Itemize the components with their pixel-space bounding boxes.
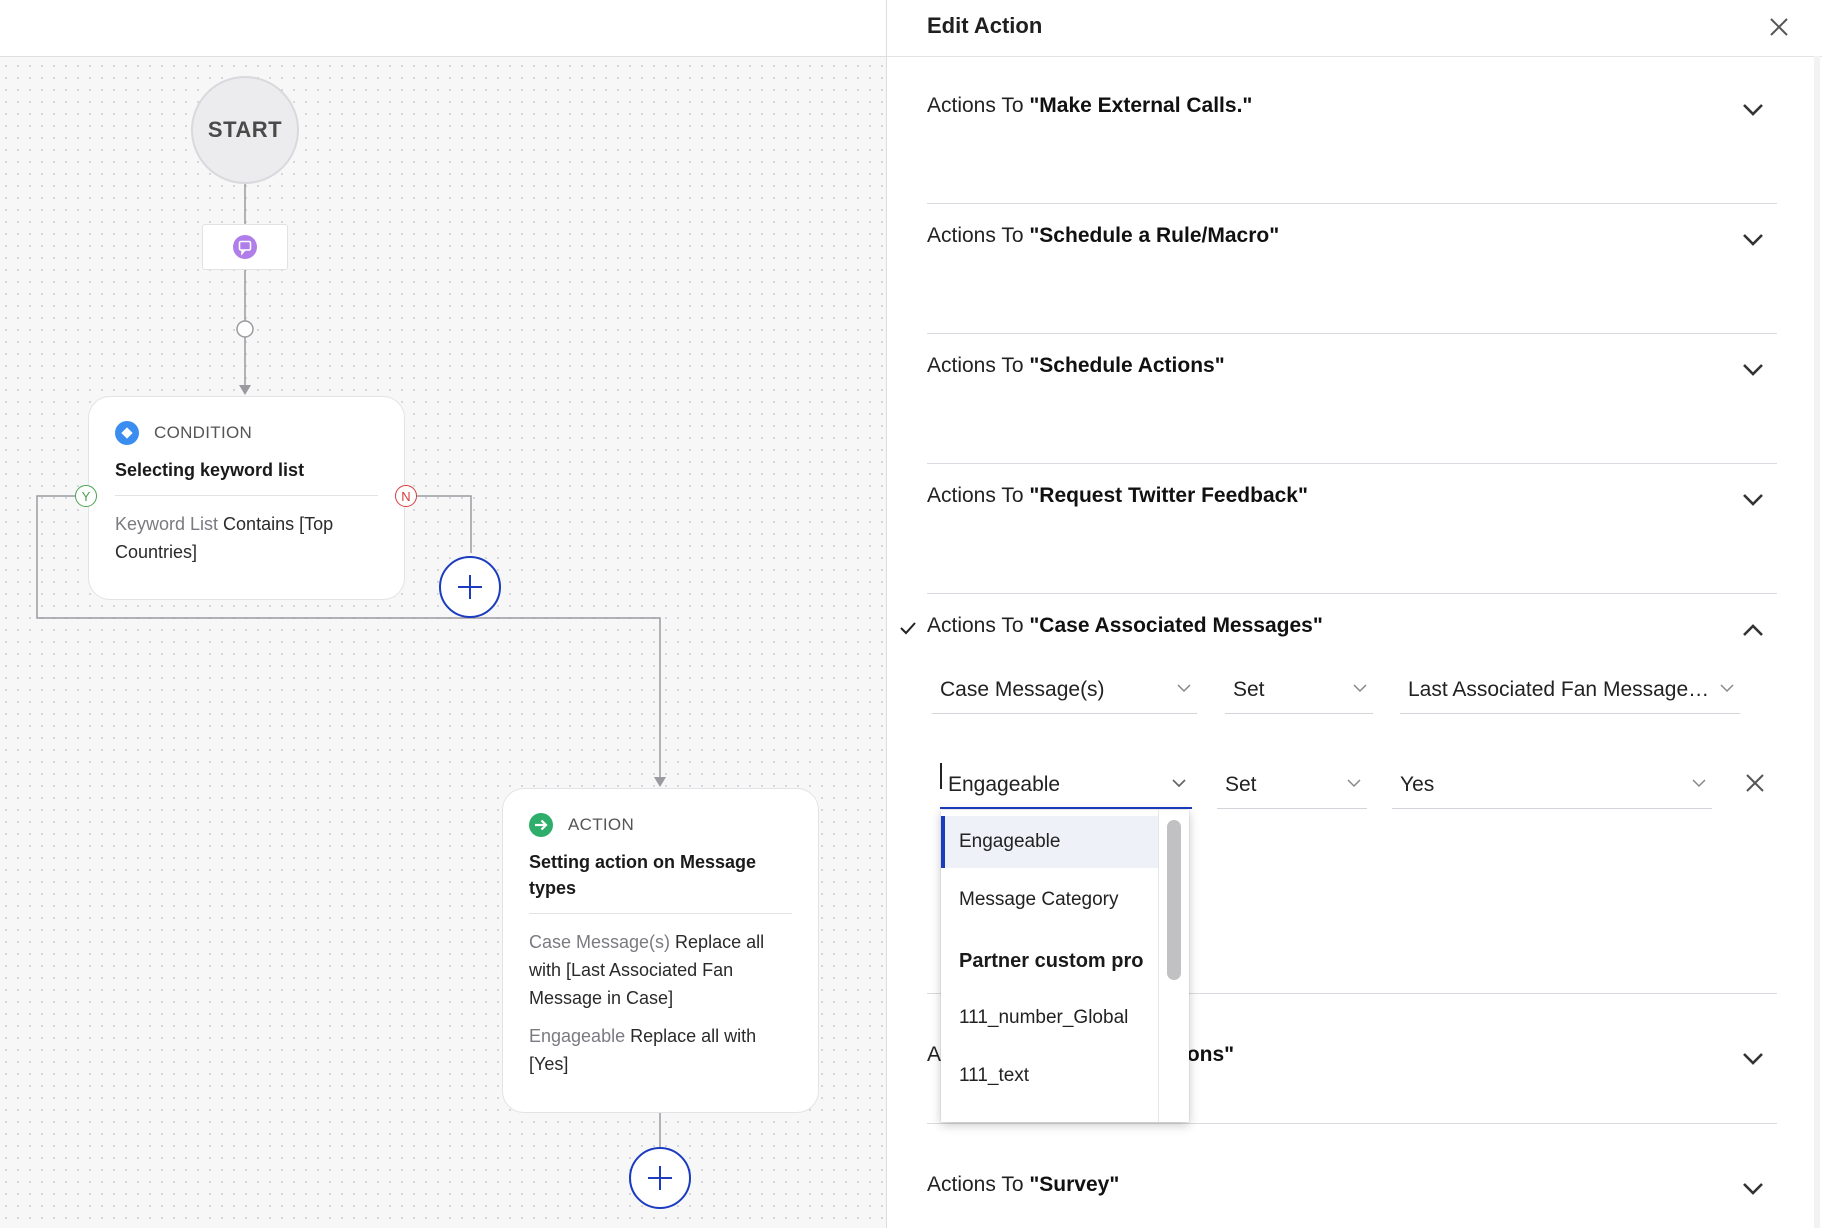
action-field-1: Case Message(s)	[529, 932, 671, 952]
section-header[interactable]: Actions To "Request Twitter Feedback"	[927, 484, 1308, 508]
panel-title: Edit Action	[927, 13, 1043, 38]
add-node-button[interactable]	[439, 556, 501, 618]
action-title: Setting action on Message types	[529, 852, 757, 898]
row1-value-select[interactable]: Last Associated Fan Message i...	[1400, 670, 1740, 714]
chevron-down-icon[interactable]	[1739, 356, 1767, 384]
panel-scrollbar[interactable]	[1814, 56, 1820, 1228]
dropdown-group-label: Partner custom pro	[959, 950, 1144, 972]
condition-type-label: CONDITION	[154, 423, 253, 442]
chevron-down-icon	[1692, 779, 1706, 788]
condition-diamond-icon	[115, 421, 139, 445]
chevron-down-icon[interactable]	[1739, 96, 1767, 124]
chevron-down-icon	[1720, 684, 1734, 693]
start-node[interactable]: START	[191, 76, 299, 184]
plus-icon	[458, 575, 482, 599]
channel-node[interactable]	[202, 224, 288, 270]
workflow-canvas[interactable]: START CONDITION Selecting keyword list K…	[0, 0, 886, 1228]
dropdown-scrollbar-track[interactable]	[1158, 810, 1189, 1122]
action-type-label: ACTION	[568, 815, 635, 834]
chevron-down-icon[interactable]	[1739, 226, 1767, 254]
section-header[interactable]: Actions To "Schedule a Rule/Macro"	[927, 224, 1279, 248]
field-dropdown-menu: Engageable Message Category Partner cust…	[941, 810, 1189, 1122]
plus-icon	[648, 1166, 672, 1190]
section-survey: Actions To "Survey"	[927, 1124, 1777, 1228]
check-icon	[900, 622, 916, 635]
card-divider	[529, 913, 792, 914]
action-arrow-icon	[529, 813, 553, 837]
section-header[interactable]: Actions To "Schedule Actions"	[927, 354, 1225, 378]
chevron-down-icon	[1177, 684, 1191, 693]
section-request-twitter-feedback: Actions To "Request Twitter Feedback"	[927, 464, 1777, 594]
condition-expression: Keyword List Contains [Top Countries]	[115, 510, 378, 566]
section-header[interactable]: Actions To "Case Associated Messages"	[927, 614, 1323, 638]
row1-field-select[interactable]: Case Message(s)	[932, 670, 1197, 714]
dropdown-option-message-category[interactable]: Message Category	[941, 874, 1159, 926]
message-channel-icon	[233, 235, 257, 259]
section-header[interactable]: Actions To "Survey"	[927, 1173, 1119, 1197]
close-icon[interactable]	[1764, 12, 1794, 42]
row1-operator-select[interactable]: Set	[1225, 670, 1373, 714]
dropdown-option-111-number-global[interactable]: 111_number_Global	[941, 992, 1159, 1044]
card-divider	[115, 495, 378, 496]
dropdown-scrollbar-thumb[interactable]	[1167, 820, 1181, 980]
action-node[interactable]: ACTION Setting action on Message types C…	[502, 788, 819, 1113]
condition-field: Keyword List	[115, 514, 219, 534]
chevron-down-icon	[1172, 779, 1186, 788]
add-node-button[interactable]	[629, 1147, 691, 1209]
chevron-down-icon[interactable]	[1739, 1175, 1767, 1203]
dropdown-option-engageable[interactable]: Engageable	[941, 816, 1159, 868]
row2-value-select[interactable]: Yes	[1392, 765, 1712, 809]
section-schedule-actions: Actions To "Schedule Actions"	[927, 334, 1777, 464]
section-make-external-calls: Actions To "Make External Calls."	[927, 74, 1777, 204]
panel-header: Edit Action	[887, 0, 1822, 57]
chevron-up-icon[interactable]	[1739, 616, 1767, 644]
row2-field-select[interactable]: Engageable	[940, 765, 1192, 809]
no-branch-badge: N	[395, 485, 417, 507]
condition-node[interactable]: CONDITION Selecting keyword list Keyword…	[88, 396, 405, 600]
condition-title: Selecting keyword list	[115, 460, 305, 480]
dropdown-option-111-text[interactable]: 111_text	[941, 1050, 1159, 1102]
chevron-down-icon[interactable]	[1739, 1045, 1767, 1073]
yes-branch-badge: Y	[75, 485, 97, 507]
action-expression: Case Message(s) Replace all with [Last A…	[529, 928, 792, 1078]
action-field-2: Engageable	[529, 1026, 626, 1046]
row2-operator-select[interactable]: Set	[1217, 765, 1367, 809]
chevron-down-icon[interactable]	[1739, 486, 1767, 514]
chevron-down-icon	[1353, 684, 1367, 693]
chevron-down-icon	[1347, 779, 1361, 788]
section-schedule-rule-macro: Actions To "Schedule a Rule/Macro"	[927, 204, 1777, 334]
section-header[interactable]: Actions To "Make External Calls."	[927, 94, 1252, 118]
remove-row-icon[interactable]	[1744, 772, 1766, 794]
